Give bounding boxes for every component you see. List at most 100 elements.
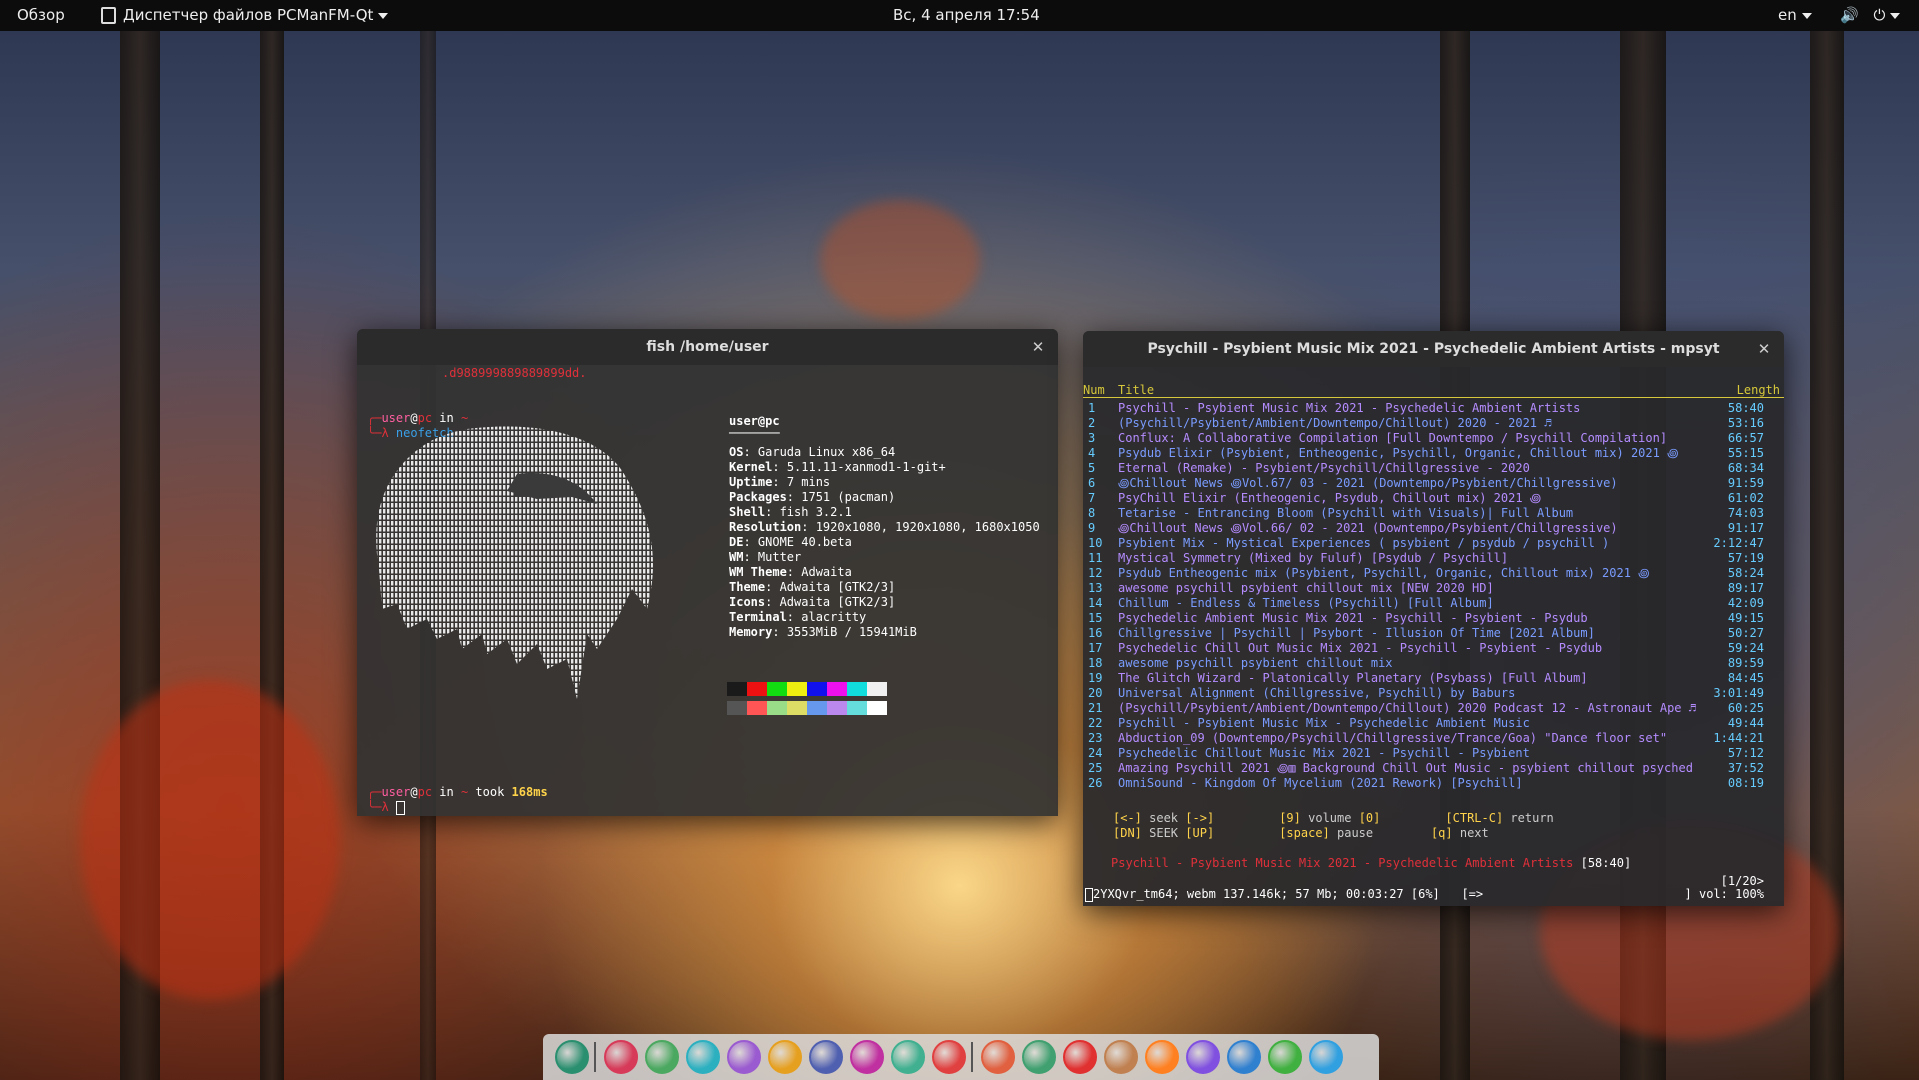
neofetch-value: 1920x1080, 1920x1080, 1680x1050 — [815, 520, 1040, 534]
neofetch-line: WM: Mutter — [729, 550, 802, 564]
settings-gear-icon[interactable] — [727, 1040, 761, 1074]
telegram-icon[interactable] — [1309, 1040, 1343, 1074]
track-length: 50:27 — [1727, 626, 1764, 640]
neofetch-value: GNOME 40.beta — [757, 535, 852, 549]
gauge-icon[interactable] — [686, 1040, 720, 1074]
network-icon[interactable] — [981, 1040, 1015, 1074]
track-row[interactable]: 1 Psychill - Psybient Music Mix 2021 - Ps… — [1083, 401, 1784, 416]
track-row[interactable]: 24 Psychedelic Chillout Music Mix 2021 - … — [1083, 746, 1784, 761]
terminal-icon[interactable] — [604, 1040, 638, 1074]
status-line: 2YXQvr_tm64; webm 137.146k; 57 Mb; 00:03… — [1085, 887, 1483, 902]
track-title: Eternal (Remake) - Psybient/Psychill/Chi… — [1118, 461, 1530, 475]
track-row[interactable]: 5 Eternal (Remake) - Psybient/Psychill/Ch… — [1083, 461, 1784, 476]
track-row[interactable]: 15 Psychedelic Ambient Music Mix 2021 - P… — [1083, 611, 1784, 626]
window-titlebar[interactable]: Psychill - Psybient Music Mix 2021 - Psy… — [1083, 331, 1784, 367]
image-viewer-icon[interactable] — [809, 1040, 843, 1074]
track-length: 57:12 — [1727, 746, 1764, 760]
track-length: 91:59 — [1727, 476, 1764, 490]
track-row[interactable]: 17 Psychedelic Chill Out Music Mix 2021 -… — [1083, 641, 1784, 656]
color-swatch — [847, 682, 867, 696]
tasks-icon[interactable] — [768, 1040, 802, 1074]
track-length: 42:09 — [1727, 596, 1764, 610]
neofetch-line: Resolution: 1920x1080, 1920x1080, 1680x1… — [729, 520, 1040, 534]
activities-button[interactable]: Обзор — [17, 0, 65, 31]
archive-icon[interactable] — [1104, 1040, 1138, 1074]
neofetch-key: Icons — [729, 595, 766, 609]
track-title: Chillgressive | Psychill | Psybort - Ill… — [1118, 626, 1595, 640]
track-length: 89:17 — [1727, 581, 1764, 595]
software-store-icon[interactable] — [891, 1040, 925, 1074]
track-row[interactable]: 14 Chillum - Endless & Timeless (Psychill… — [1083, 596, 1784, 611]
track-row[interactable]: 19 The Glitch Wizard - Platonically Plane… — [1083, 671, 1784, 686]
discord-icon[interactable] — [1186, 1040, 1220, 1074]
track-row[interactable]: 13 awesome psychill psybient chillout mix… — [1083, 581, 1784, 596]
media-player-icon[interactable] — [850, 1040, 884, 1074]
keys-line-1: [<-] seek [->] [9] volume [0] [CTRL-C] r… — [1113, 811, 1554, 825]
track-title: Psychedelic Chill Out Music Mix 2021 - P… — [1118, 641, 1603, 655]
track-row[interactable]: 7 PsyChill Elixir (Entheogenic, Psydub, C… — [1083, 491, 1784, 506]
track-row[interactable]: 22 Psychill - Psybient Music Mix - Psyche… — [1083, 716, 1784, 731]
volume-status: ] vol: 100% — [1684, 887, 1764, 901]
color-palette — [727, 681, 887, 719]
color-swatch — [747, 701, 767, 715]
track-row[interactable]: 2 (Psychill/Psybient/Ambient/Downtempo/Ch… — [1083, 416, 1784, 431]
track-row[interactable]: 25 Amazing Psychill 2021 ꩜▥ Background Ch… — [1083, 761, 1784, 776]
chevron-down-icon — [378, 12, 389, 19]
track-row[interactable]: 23 Abduction_09 (Downtempo/Psychill/Chill… — [1083, 731, 1784, 746]
track-row[interactable]: 3 Conflux: A Collaborative Compilation [F… — [1083, 431, 1784, 446]
power-icon: ⏻ — [1873, 6, 1886, 24]
chevron-down-icon — [1801, 12, 1812, 19]
track-number: 8 — [1088, 506, 1096, 520]
close-icon[interactable]: ✕ — [1028, 329, 1048, 365]
track-length: 57:19 — [1727, 551, 1764, 565]
firefox-icon[interactable] — [1145, 1040, 1179, 1074]
track-row[interactable]: 18 awesome psychill psybient chillout mix… — [1083, 656, 1784, 671]
track-row[interactable]: 26 OmniSound - Kingdom Of Mycelium (2021 … — [1083, 776, 1784, 791]
track-title: OmniSound - Kingdom Of Mycelium (2021 Re… — [1118, 776, 1523, 790]
power-icon[interactable] — [932, 1040, 966, 1074]
system-monitor-icon[interactable] — [645, 1040, 679, 1074]
file-manager-icon — [101, 7, 116, 24]
neofetch-line: Uptime: 7 mins — [729, 475, 831, 489]
system-menu[interactable]: 🔊 ⏻ — [1840, 0, 1901, 31]
track-number: 23 — [1088, 731, 1103, 745]
track-row[interactable]: 6 ꩜Chillout News ꩜Vol.67/ 03 - 2021 (Down… — [1083, 476, 1784, 491]
mpsyt-terminal-window[interactable]: Psychill - Psybient Music Mix 2021 - Psy… — [1083, 331, 1784, 906]
track-row[interactable]: 16 Chillgressive | Psychill | Psybort - I… — [1083, 626, 1784, 641]
close-icon[interactable]: ✕ — [1754, 331, 1774, 367]
track-row[interactable]: 11 Mystical Symmetry (Mixed by Fuluf) [Ps… — [1083, 551, 1784, 566]
chrome-icon[interactable] — [1268, 1040, 1302, 1074]
window-titlebar[interactable]: fish /home/user ✕ — [357, 329, 1058, 365]
track-row[interactable]: 12 Psydub Entheogenic mix (Psybient, Psyc… — [1083, 566, 1784, 581]
track-row[interactable]: 8 Tetarise - Entrancing Bloom (Psychill w… — [1083, 506, 1784, 521]
fish-terminal-window[interactable]: fish /home/user ✕ .d988999889889899dd. ╭… — [357, 329, 1058, 816]
track-number: 9 — [1088, 521, 1096, 535]
app-menu-button[interactable]: Диспетчер файлов PCManFM-Qt — [101, 0, 389, 31]
control-center-icon[interactable] — [1063, 1040, 1097, 1074]
keys-line-2: [DN] SEEK [UP] [space] pause [q] next — [1113, 826, 1489, 840]
track-number: 25 — [1088, 761, 1103, 775]
neofetch-value: fish 3.2.1 — [779, 505, 852, 519]
track-row[interactable]: 10 Psybient Mix - Mystical Experiences ( … — [1083, 536, 1784, 551]
language-selector[interactable]: en — [1778, 0, 1812, 31]
neofetch-value: 5.11.11-xanmod1-1-git+ — [786, 460, 946, 474]
eagle-ascii-logo — [376, 426, 653, 699]
track-length: 49:44 — [1727, 716, 1764, 730]
fan-icon[interactable] — [1227, 1040, 1261, 1074]
track-row[interactable]: 21 (Psychill/Psybient/Ambient/Downtempo/C… — [1083, 701, 1784, 716]
remote-desktop-icon[interactable] — [1022, 1040, 1056, 1074]
col-title: Title — [1118, 383, 1155, 397]
command-input[interactable]: ╰─λ — [367, 800, 405, 815]
track-row[interactable]: 4 Psydub Elixir (Psybient, Entheogenic, P… — [1083, 446, 1784, 461]
track-row[interactable]: 9 ꩜Chillout News ꩜Vol.66/ 02 - 2021 (Down… — [1083, 521, 1784, 536]
garuda-icon[interactable] — [555, 1040, 589, 1074]
track-title: PsyChill Elixir (Entheogenic, Psydub, Ch… — [1118, 491, 1542, 505]
prompt-in: in — [432, 785, 461, 799]
color-swatch — [867, 682, 887, 696]
track-number: 3 — [1088, 431, 1096, 445]
neofetch-value: Mutter — [757, 550, 802, 564]
track-row[interactable]: 20 Universal Alignment (Chillgressive, Ps… — [1083, 686, 1784, 701]
track-length: 59:24 — [1727, 641, 1764, 655]
wallpaper-leaves — [820, 200, 980, 320]
clock[interactable]: Вс, 4 апреля 17:54 — [893, 0, 1040, 31]
